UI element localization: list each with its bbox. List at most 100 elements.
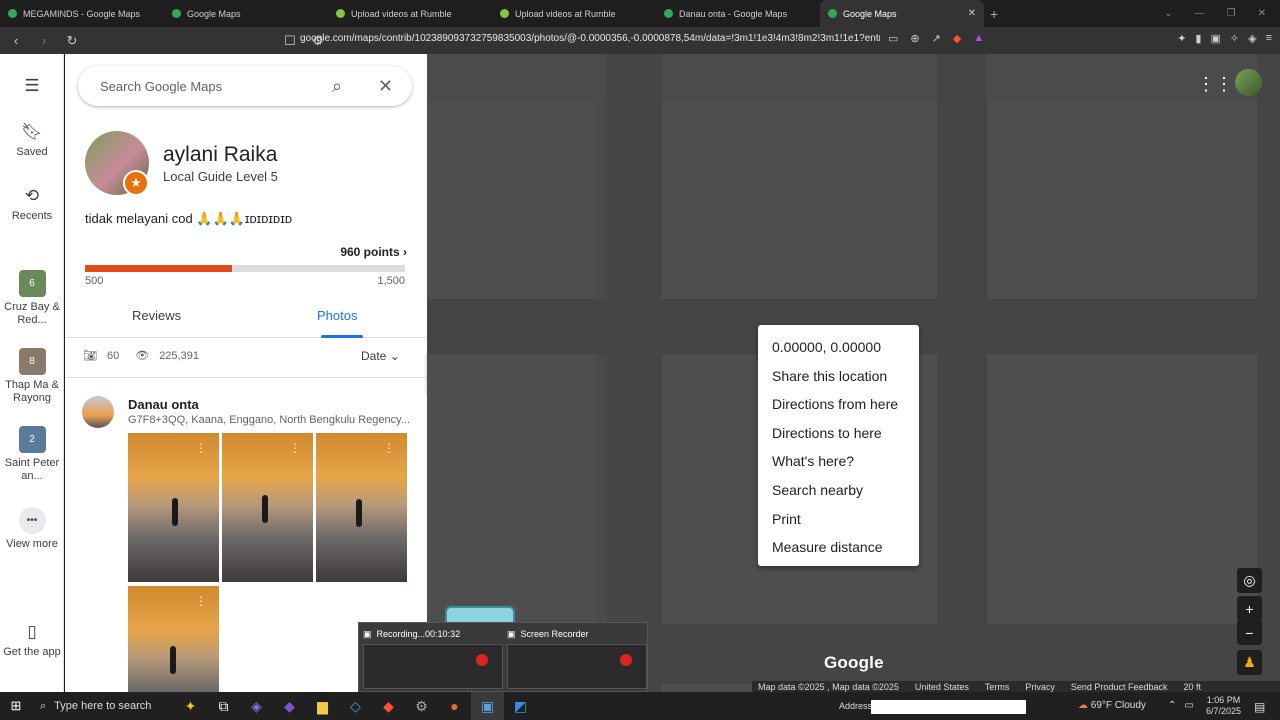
- tab-photos[interactable]: Photos: [317, 308, 357, 323]
- more-vert-icon[interactable]: ⋮: [383, 441, 395, 455]
- place-avatar[interactable]: [82, 396, 114, 428]
- recent-place[interactable]: 8 Thap Ma & Rayong: [0, 348, 64, 405]
- task-view-icon[interactable]: ⧉: [207, 692, 240, 720]
- photo-thumbnail[interactable]: ⋮: [316, 433, 407, 582]
- maximize-icon[interactable]: ❐: [1227, 8, 1236, 19]
- region-link[interactable]: United States: [915, 682, 969, 692]
- app-icon[interactable]: ◇: [339, 692, 372, 720]
- account-avatar[interactable]: [1235, 69, 1262, 96]
- maps-favicon-icon: [8, 9, 17, 18]
- phone-icon: ▯: [27, 622, 37, 641]
- notification-icon[interactable]: ▤: [1254, 700, 1265, 714]
- menu-item-directions-from[interactable]: Directions from here: [758, 390, 919, 419]
- menu-item-measure[interactable]: Measure distance: [758, 533, 919, 562]
- brave-rewards-icon[interactable]: ▲: [973, 32, 984, 45]
- points-link[interactable]: 960 points ›: [340, 245, 407, 259]
- browser-tab-active[interactable]: Google Maps ✕: [820, 0, 984, 27]
- pegman-button[interactable]: ♟: [1237, 650, 1262, 675]
- my-location-button[interactable]: ◎: [1237, 568, 1262, 593]
- chevron-up-icon[interactable]: ⌃: [1168, 700, 1176, 711]
- search-input[interactable]: Search Google Maps: [100, 79, 222, 94]
- brave-shield-icon[interactable]: ◆: [953, 32, 961, 45]
- taskbar-search[interactable]: ⌕ Type here to search: [32, 692, 174, 720]
- photo-thumbnail[interactable]: ⋮: [222, 433, 313, 582]
- address-toolbar-input[interactable]: [871, 700, 1026, 714]
- leo-icon[interactable]: ✧: [1230, 32, 1239, 45]
- app-icon[interactable]: ⚙: [405, 692, 438, 720]
- wallet-icon[interactable]: ▣: [1210, 32, 1220, 45]
- menu-item-search-nearby[interactable]: Search nearby: [758, 476, 919, 505]
- menu-item-share[interactable]: Share this location: [758, 362, 919, 391]
- recent-place[interactable]: 2 Saint Peter an...: [0, 426, 64, 483]
- browser-tab[interactable]: Upload videos at Rumble: [492, 0, 656, 27]
- sort-dropdown[interactable]: Date ⌄: [361, 349, 400, 363]
- preview-title: Screen Recorder: [520, 629, 589, 639]
- minimize-icon[interactable]: —: [1195, 8, 1205, 19]
- view-more-button[interactable]: ••• View more: [0, 507, 64, 551]
- vpn-icon[interactable]: ◈: [1248, 32, 1256, 45]
- menu-item-print[interactable]: Print: [758, 505, 919, 534]
- forward-icon[interactable]: ›: [36, 33, 52, 48]
- app-icon[interactable]: ◩: [504, 692, 537, 720]
- sparkle-icon[interactable]: ✦: [174, 692, 207, 720]
- get-app-button[interactable]: ▯ Get the app: [0, 622, 64, 659]
- browser-tab[interactable]: Google Maps: [164, 0, 328, 27]
- new-tab-icon[interactable]: +: [990, 6, 998, 22]
- privacy-link[interactable]: Privacy: [1025, 682, 1055, 692]
- screen-recorder-icon[interactable]: ▣: [471, 692, 504, 720]
- tab-label: MEGAMINDS - Google Maps: [23, 8, 141, 19]
- app-icon[interactable]: ◆: [273, 692, 306, 720]
- cast-icon[interactable]: ▭: [888, 32, 898, 45]
- photo-thumbnail[interactable]: ⋮: [128, 586, 219, 692]
- scale-label[interactable]: 20 ft: [1183, 682, 1201, 692]
- search-icon[interactable]: ⌕: [332, 76, 342, 97]
- place-name[interactable]: Danau onta: [128, 397, 199, 412]
- clock[interactable]: 1:06 PM 6/7/2025: [1206, 695, 1241, 717]
- brave-browser-icon[interactable]: ◆: [372, 692, 405, 720]
- preview-window[interactable]: ▣ Recording...00:10:32: [363, 627, 503, 689]
- more-vert-icon[interactable]: ⋮: [289, 441, 301, 455]
- close-icon[interactable]: ✕: [378, 76, 393, 97]
- file-explorer-icon[interactable]: ▆: [306, 692, 339, 720]
- recents-button[interactable]: ⟲ Recents: [0, 186, 64, 223]
- zoom-out-button[interactable]: −: [1237, 620, 1262, 645]
- keyboard-icon[interactable]: ▭: [1184, 700, 1193, 711]
- close-tab-icon[interactable]: ✕: [968, 8, 976, 19]
- browser-tab[interactable]: MEGAMINDS - Google Maps: [0, 0, 164, 27]
- bookmark-icon[interactable]: ☐: [282, 33, 298, 49]
- recent-place[interactable]: 6 Cruz Bay & Red...: [0, 270, 64, 327]
- saved-button[interactable]: 🔖︎ Saved: [0, 122, 64, 159]
- reload-icon[interactable]: ↻: [64, 33, 80, 49]
- menu-item-whats-here[interactable]: What's here?: [758, 447, 919, 476]
- back-icon[interactable]: ‹: [8, 33, 24, 48]
- preview-window[interactable]: ▣ Screen Recorder: [507, 627, 647, 689]
- share-icon[interactable]: ↗: [932, 32, 941, 45]
- extensions-icon[interactable]: ✦: [1177, 32, 1186, 45]
- tab-reviews[interactable]: Reviews: [132, 308, 181, 323]
- feedback-link[interactable]: Send Product Feedback: [1071, 682, 1168, 692]
- search-box[interactable]: Search Google Maps ⌕ ✕: [78, 66, 412, 106]
- photo-thumbnail[interactable]: ⋮: [128, 433, 219, 582]
- menu-button[interactable]: ☰: [0, 76, 64, 100]
- menu-item-coordinates[interactable]: 0.00000, 0.00000: [758, 333, 919, 362]
- app-icon[interactable]: ●: [438, 692, 471, 720]
- tab-list-icon[interactable]: ⌄: [1164, 8, 1172, 19]
- sidebar-icon[interactable]: ▮: [1195, 32, 1201, 45]
- get-app-label: Get the app: [3, 646, 61, 658]
- terms-link[interactable]: Terms: [985, 682, 1010, 692]
- more-vert-icon[interactable]: ⋮: [195, 594, 207, 608]
- close-window-icon[interactable]: ✕: [1258, 8, 1266, 19]
- copilot-icon[interactable]: ◈: [240, 692, 273, 720]
- record-icon: [476, 654, 488, 666]
- browser-tab[interactable]: Danau onta - Google Maps: [656, 0, 820, 27]
- windows-start-icon[interactable]: ⊞: [0, 698, 32, 714]
- weather-widget[interactable]: ☁︎ 69°F Cloudy: [1078, 700, 1146, 711]
- zoom-icon[interactable]: ⊕: [910, 32, 919, 45]
- taskbar-search-input[interactable]: Type here to search: [54, 700, 151, 712]
- menu-icon[interactable]: ≡: [1266, 32, 1272, 45]
- menu-item-directions-to[interactable]: Directions to here: [758, 419, 919, 448]
- more-vert-icon[interactable]: ⋮: [195, 441, 207, 455]
- browser-tab[interactable]: Upload videos at Rumble: [328, 0, 492, 27]
- url-field[interactable]: google.com/maps/contrib/1023890937327598…: [300, 33, 880, 44]
- zoom-in-button[interactable]: +: [1237, 596, 1262, 621]
